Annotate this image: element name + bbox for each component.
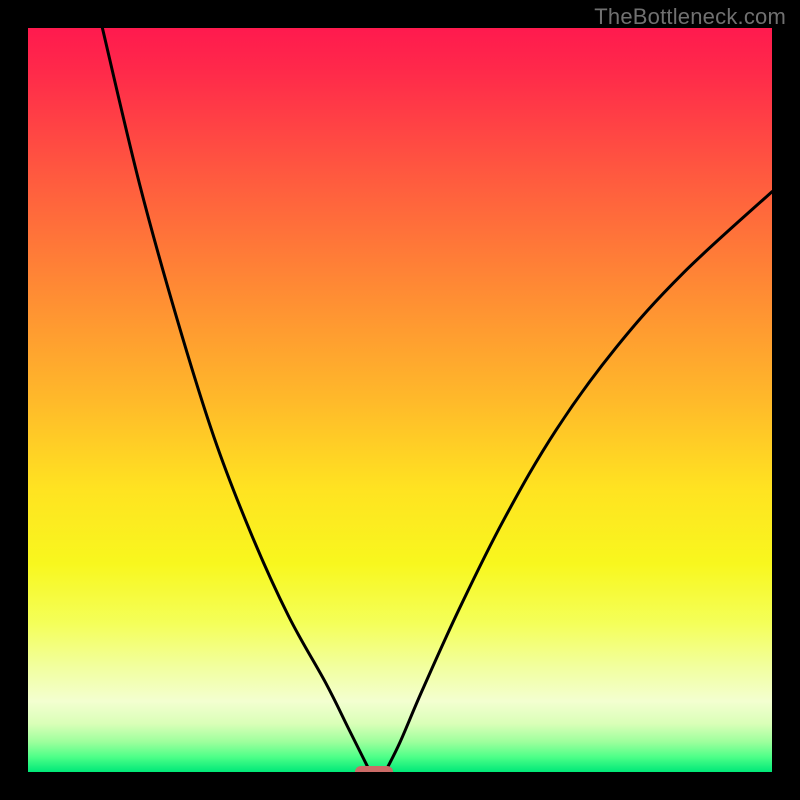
plot-area bbox=[28, 28, 772, 772]
watermark-text: TheBottleneck.com bbox=[594, 4, 786, 30]
curve-right-branch bbox=[385, 192, 772, 772]
curve-left-branch bbox=[102, 28, 370, 772]
optimal-marker bbox=[355, 766, 393, 772]
chart-frame: TheBottleneck.com bbox=[0, 0, 800, 800]
curve-layer bbox=[28, 28, 772, 772]
